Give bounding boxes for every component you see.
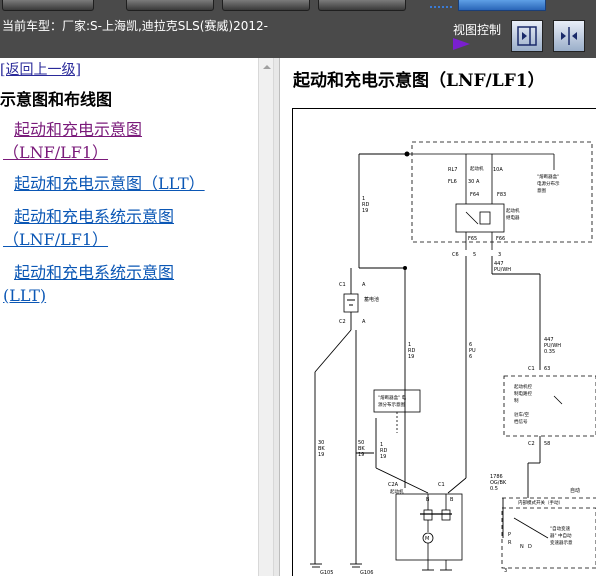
- svg-text:N: N: [520, 544, 524, 550]
- label-g106: G106: [360, 570, 373, 576]
- label-c1-63: C1: [528, 366, 535, 372]
- nav-link-text: （LNF/LF1）: [3, 230, 109, 249]
- toolbar-strip: [0, 0, 596, 11]
- label-relay-top: 起动机: [470, 165, 484, 172]
- svg-text:C6: C6: [452, 252, 459, 258]
- label-pin-a: A: [362, 282, 366, 288]
- svg-text:P: P: [508, 532, 511, 538]
- battery-symbol: [343, 293, 359, 313]
- scroll-up-arrow-icon[interactable]: [263, 65, 271, 69]
- label-c2a: C2A: [388, 482, 399, 488]
- label-f65: F65: [468, 236, 477, 242]
- svg-text:电源分布示: 电源分布示: [537, 180, 560, 187]
- label-battery: 蓄电池: [364, 296, 379, 303]
- toolbar-tab-3[interactable]: [222, 0, 310, 11]
- svg-text:D: D: [528, 544, 532, 550]
- play-icon[interactable]: [453, 38, 470, 50]
- label-internal-switch: 内部模式开关（手动）: [518, 499, 563, 506]
- app-header: 当前车型：厂家:S-上海凯,迪拉克SLS(赛威)2012- 视图控制: [0, 0, 596, 58]
- label-ecm: 起动机控: [514, 383, 532, 390]
- nav-link-system-lnf[interactable]: 起动和充电系统示意图 （LNF/LF1）: [3, 205, 175, 251]
- label-power-distribution: "熔断器盒" 电: [378, 394, 407, 401]
- internal-switch-outline: [501, 507, 596, 569]
- toolbar-tab-active[interactable]: [458, 0, 546, 11]
- svg-text:变速器示意: 变速器示意: [550, 539, 573, 546]
- left-pane-scrollbar[interactable]: [258, 58, 274, 576]
- label-fuse-30a: 30 A: [468, 179, 480, 185]
- svg-text:0.5: 0.5: [490, 486, 498, 492]
- label-f83: F83: [497, 192, 506, 198]
- view-control-label: 视图控制: [453, 23, 502, 37]
- label-c2-58: C2: [528, 441, 535, 447]
- toolbar-tab-4[interactable]: [318, 0, 406, 11]
- nav-link-starting-charging-llt[interactable]: 起动和充电示意图（LLT）: [14, 172, 205, 195]
- svg-text:6: 6: [469, 354, 472, 360]
- svg-text:M: M: [425, 536, 429, 542]
- content-pane: 起动和充电示意图（LNF/LF1） RL7 FL6 起动机 10A 30 A F…: [280, 58, 596, 576]
- label-fuse-10a: 10A: [493, 167, 503, 173]
- label-g105: G105: [320, 570, 333, 576]
- svg-text:19: 19: [318, 452, 324, 458]
- label-f64: F64: [470, 192, 479, 198]
- svg-text:58: 58: [544, 441, 550, 447]
- label-c2: C2: [339, 319, 346, 325]
- page-title: 起动和充电示意图（LNF/LF1）: [293, 71, 545, 91]
- nav-link-text: 起动和充电示意图: [14, 120, 143, 139]
- power-box-outline: [373, 389, 421, 413]
- label-c1-starter: C1: [438, 482, 445, 488]
- toolbar-dots: [430, 0, 452, 8]
- nav-link-text: (LLT): [3, 286, 47, 305]
- svg-text:R: R: [508, 540, 512, 546]
- label-pin-a2: A: [362, 319, 366, 325]
- svg-text:源分布示意图: 源分布示意图: [378, 401, 405, 408]
- svg-text:B: B: [450, 497, 454, 503]
- svg-text:0.35: 0.35: [544, 349, 555, 355]
- wiring-diagram: RL7 FL6 起动机 10A 30 A F64 F83 "熔断器盒" 电源分布…: [292, 108, 596, 576]
- nav-link-text: 起动和充电示意图（LLT）: [14, 174, 205, 193]
- nav-link-text: 起动和充电系统示意图: [14, 207, 175, 226]
- svg-text:档信号: 档信号: [514, 418, 528, 425]
- pin-3: 3: [498, 252, 501, 258]
- label-auto: 自动: [570, 487, 580, 494]
- toolbar-tab-2[interactable]: [126, 0, 214, 11]
- svg-text:PU/WH: PU/WH: [494, 267, 511, 273]
- car-model-label: 当前车型：厂家:S-上海凯,迪拉克SLS(赛威)2012-: [2, 19, 268, 33]
- toolbar-tab-1[interactable]: [2, 0, 94, 11]
- svg-text:19: 19: [408, 354, 414, 360]
- nav-link-starting-charging-lnf[interactable]: 起动和充电示意图 （LNF/LF1）: [3, 118, 143, 164]
- svg-text:制: 制: [514, 397, 519, 404]
- label-rl7: RL7: [448, 167, 457, 173]
- svg-text:19: 19: [380, 454, 386, 460]
- starter-motor-box: [395, 493, 463, 561]
- back-link[interactable]: [返回上一级]: [0, 59, 81, 79]
- svg-text:63: 63: [544, 366, 550, 372]
- label-power-box: "熔断器盒": [537, 173, 559, 180]
- collapse-panel-icon: [517, 26, 537, 46]
- nav-link-system-llt[interactable]: 起动和充电系统示意图 (LLT): [3, 261, 175, 307]
- label-f66: F66: [496, 236, 505, 242]
- svg-text:意图: 意图: [537, 187, 546, 194]
- label-num-3: 3: [504, 568, 507, 574]
- label-c1: C1: [339, 282, 346, 288]
- svg-text:继电器: 继电器: [506, 214, 520, 221]
- nav-link-text: （LNF/LF1）: [3, 143, 109, 162]
- svg-text:制电路控: 制电路控: [514, 390, 532, 397]
- split-view-icon: [561, 27, 577, 45]
- view-left-pane-button[interactable]: [511, 20, 543, 52]
- section-title: 示意图和布线图: [0, 90, 113, 109]
- svg-text:19: 19: [362, 208, 368, 214]
- label-auto-trans: "自动变速: [550, 525, 571, 532]
- label-fl6: FL6: [448, 179, 457, 185]
- label-switch: 驻车/空: [514, 411, 530, 418]
- nav-link-text: 起动和充电系统示意图: [14, 263, 175, 282]
- navigation-pane: [返回上一级] 示意图和布线图 起动和充电示意图 （LNF/LF1） 起动和充电…: [0, 58, 258, 576]
- label-starter-relay: 起动机: [506, 207, 520, 214]
- svg-text:19: 19: [358, 452, 364, 458]
- pin-5: 5: [473, 252, 476, 258]
- svg-text:器" 中自动: 器" 中自动: [550, 532, 572, 539]
- view-split-button[interactable]: [553, 20, 585, 52]
